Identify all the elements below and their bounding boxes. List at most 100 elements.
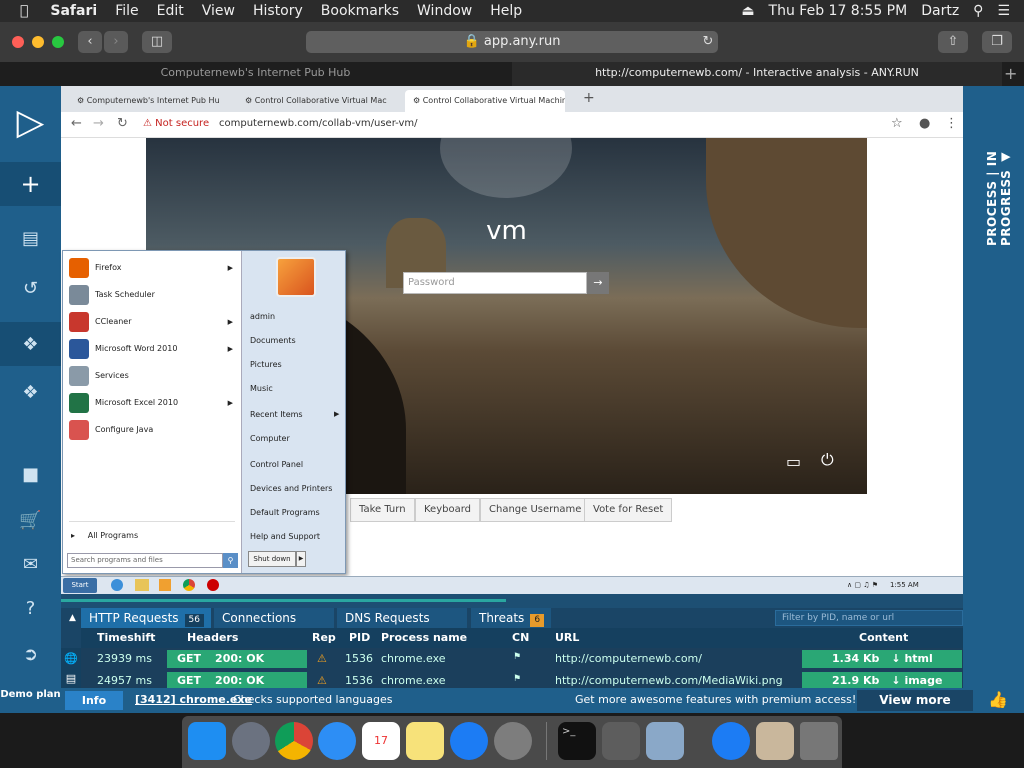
chrome-forward-icon[interactable]: →: [93, 116, 104, 131]
launchpad-icon[interactable]: [232, 722, 270, 760]
menu-clock[interactable]: Thu Feb 17 8:55 PM: [769, 3, 908, 19]
places-admin[interactable]: admin: [250, 312, 275, 321]
start-button[interactable]: Start: [63, 578, 97, 593]
minimize-window-button[interactable]: [32, 36, 44, 48]
col-pid[interactable]: PID: [349, 631, 370, 644]
keyboard-button[interactable]: Keyboard: [415, 498, 481, 522]
col-rep[interactable]: Rep: [312, 631, 336, 644]
chrome-menu-icon[interactable]: ⋮: [945, 116, 958, 131]
col-url[interactable]: URL: [555, 631, 579, 644]
back-button[interactable]: ‹: [78, 31, 102, 53]
history-icon[interactable]: ↺: [0, 266, 61, 310]
eject-icon[interactable]: ⏏: [741, 3, 754, 19]
app-store-downloads-icon[interactable]: [712, 722, 750, 760]
program-services[interactable]: Services: [67, 363, 237, 389]
safari-address-bar[interactable]: 🔒 app.any.run: [306, 31, 718, 53]
places-music[interactable]: Music: [250, 384, 273, 393]
col-timeshift[interactable]: Timeshift: [97, 631, 155, 644]
system-preferences-icon[interactable]: [494, 722, 532, 760]
logout-icon[interactable]: ➲: [0, 632, 61, 676]
power-icon[interactable]: ⏻: [821, 450, 834, 470]
opera-icon[interactable]: [207, 579, 219, 591]
terminal-icon[interactable]: >_: [558, 722, 596, 760]
globe-icon[interactable]: 🌐: [61, 648, 81, 670]
ie-icon[interactable]: [111, 579, 123, 591]
menu-edit[interactable]: Edit: [157, 3, 184, 19]
tabs-overview-icon[interactable]: ❐: [982, 31, 1012, 53]
tab-http-requests[interactable]: HTTP Requests 56: [81, 608, 211, 628]
safari-tab-2[interactable]: http://computernewb.com/ - Interactive a…: [512, 62, 1002, 86]
menu-bookmarks[interactable]: Bookmarks: [321, 3, 399, 19]
menu-window[interactable]: Window: [417, 3, 472, 19]
reports-icon[interactable]: ▤: [0, 216, 61, 260]
places-recent-items[interactable]: Recent Items: [250, 410, 303, 419]
thumbs-up-icon[interactable]: 👍: [988, 690, 1008, 709]
col-content[interactable]: Content: [859, 631, 908, 644]
document-icon[interactable]: ▤: [61, 670, 81, 688]
windows-task-2-icon[interactable]: ❖: [0, 370, 61, 414]
shutdown-options-icon[interactable]: ▶: [296, 551, 306, 567]
vm-submit-arrow-icon[interactable]: →: [587, 272, 609, 294]
menu-file[interactable]: File: [115, 3, 138, 19]
tab-dns-requests[interactable]: DNS Requests29: [337, 608, 467, 647]
tab-threats[interactable]: Threats 6: [471, 608, 551, 628]
chrome-reload-icon[interactable]: ↻: [117, 116, 128, 131]
download-icon[interactable]: ↓: [891, 652, 900, 665]
cart-icon[interactable]: 🛒: [0, 498, 61, 542]
vm-password-field[interactable]: Password: [403, 272, 587, 294]
chrome-new-tab-icon[interactable]: +: [583, 90, 595, 106]
tab-connections[interactable]: Connections172: [214, 608, 334, 647]
notes-icon[interactable]: [406, 722, 444, 760]
finder-icon[interactable]: [188, 722, 226, 760]
share-icon[interactable]: ⇧: [938, 31, 968, 53]
tray-icons[interactable]: ∧ ▢ ♫ ⚑: [847, 581, 878, 589]
places-computer[interactable]: Computer: [250, 434, 290, 443]
menu-app-name[interactable]: Safari: [50, 3, 97, 19]
menu-user[interactable]: Dartz: [921, 3, 959, 19]
demo-plan-label[interactable]: Demo plan: [0, 684, 61, 706]
spotlight-icon[interactable]: ⚲: [973, 3, 983, 19]
places-pictures[interactable]: Pictures: [250, 360, 282, 369]
info-label[interactable]: Info: [65, 691, 123, 710]
calendar-icon[interactable]: 17: [362, 722, 400, 760]
reload-icon[interactable]: ↻: [700, 31, 716, 53]
program-word[interactable]: Microsoft Word 2010 ▶: [67, 336, 237, 362]
collapse-icon[interactable]: ▲: [61, 608, 81, 628]
chrome-dock-icon[interactable]: [275, 722, 313, 760]
new-tab-icon[interactable]: +: [1004, 64, 1017, 83]
user-picture-icon[interactable]: [276, 257, 316, 297]
col-cn[interactable]: CN: [512, 631, 529, 644]
help-icon[interactable]: ?: [0, 586, 61, 630]
start-search-icon[interactable]: ⚲: [223, 553, 238, 568]
program-task-scheduler[interactable]: Task Scheduler: [67, 282, 237, 308]
anyrun-logo-icon[interactable]: ▷: [0, 92, 61, 152]
chrome-url[interactable]: computernewb.com/collab-vm/user-vm/: [219, 118, 418, 129]
shutdown-button[interactable]: Shut down: [248, 551, 296, 567]
forward-button[interactable]: ›: [104, 31, 128, 53]
account-icon[interactable]: ●: [919, 116, 930, 131]
control-center-icon[interactable]: ☰: [997, 3, 1010, 19]
program-firefox[interactable]: Firefox ▶: [67, 255, 237, 281]
tray-clock[interactable]: 1:55 AM: [890, 581, 919, 589]
apple-icon[interactable]: : [20, 3, 28, 19]
safari-tab-1[interactable]: Computernewb's Internet Pub Hub: [0, 62, 511, 86]
close-window-button[interactable]: [12, 36, 24, 48]
col-headers[interactable]: Headers: [187, 631, 238, 644]
not-secure-label[interactable]: ⚠ Not secure: [143, 118, 209, 129]
preview-icon[interactable]: [646, 722, 684, 760]
profile-icon[interactable]: ■: [0, 452, 61, 496]
chrome-taskbar-icon[interactable]: [183, 579, 195, 591]
places-documents[interactable]: Documents: [250, 336, 296, 345]
bookmark-star-icon[interactable]: ☆: [891, 116, 903, 131]
chrome-tab-3[interactable]: ⚙ Control Collaborative Virtual Machine: [405, 90, 565, 112]
safari-dock-icon[interactable]: [318, 722, 356, 760]
table-row[interactable]: ▤ 24957 ms GET 200: OK ⚠ 1536 chrome.exe …: [61, 670, 963, 688]
sidebar-toggle-icon[interactable]: ◫: [142, 31, 172, 53]
view-more-button[interactable]: View more: [857, 690, 973, 711]
program-excel[interactable]: Microsoft Excel 2010 ▶: [67, 390, 237, 416]
download-icon[interactable]: ↓: [891, 674, 900, 687]
places-help-support[interactable]: Help and Support: [250, 532, 320, 541]
zoom-window-button[interactable]: [52, 36, 64, 48]
screenshot-icon[interactable]: [602, 722, 640, 760]
app-store-icon[interactable]: [450, 722, 488, 760]
